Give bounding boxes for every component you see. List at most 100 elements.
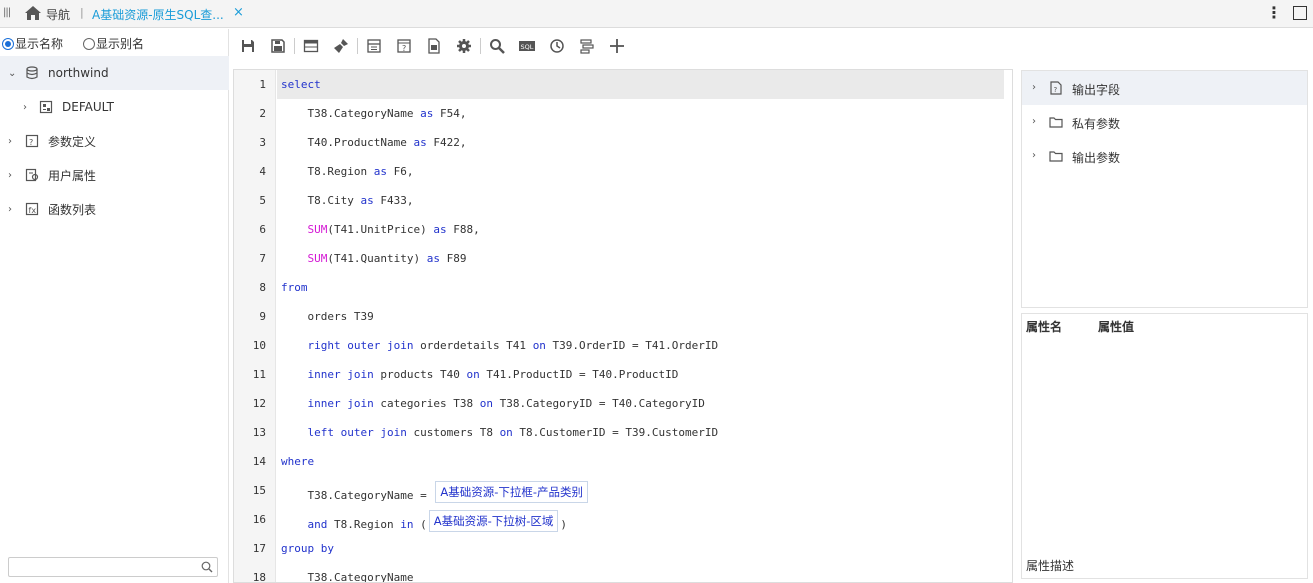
history-clock-icon <box>550 39 564 53</box>
tree-item-output-params[interactable]: › 输出参数 <box>1022 139 1307 173</box>
chevron-right-icon[interactable]: › <box>1032 82 1036 93</box>
code-line[interactable]: 6 SUM(T41.UnitPrice) as F88, <box>234 215 1012 244</box>
radio-unselected-icon[interactable] <box>83 37 96 50</box>
display-mode-radios: 显示名称 显示别名 <box>2 35 144 52</box>
code-line[interactable]: 2 T38.CategoryName as F54, <box>234 99 1012 128</box>
chevron-right-icon[interactable]: › <box>8 136 12 147</box>
add-button[interactable] <box>602 33 632 59</box>
layout-button[interactable] <box>359 33 389 59</box>
chevron-right-icon[interactable]: › <box>1032 150 1036 161</box>
chevron-right-icon[interactable]: › <box>8 204 12 215</box>
code-line[interactable]: 18 T38.CategoryName <box>234 563 1012 582</box>
format-button[interactable] <box>572 33 602 59</box>
chevron-down-icon[interactable]: ⌄ <box>8 68 16 79</box>
sql-text: T8.City <box>281 194 361 207</box>
code-line[interactable]: 9 orders T39 <box>234 302 1012 331</box>
chevron-right-icon[interactable]: › <box>23 102 27 113</box>
code-text: T8.City as F433, <box>281 194 413 207</box>
code-line[interactable]: 5 T8.City as F433, <box>234 186 1012 215</box>
sql-text: F6, <box>386 165 414 178</box>
sql-text: T41.ProductID = T40.ProductID <box>479 368 679 381</box>
code-line[interactable]: 16 and T8.Region in (A基础资源-下拉树-区域) <box>234 505 1012 534</box>
nav-tab[interactable]: 导航 <box>46 6 70 23</box>
tree-item-label: 函数列表 <box>48 202 97 217</box>
sql-keyword: as <box>426 252 440 265</box>
svg-text:?: ? <box>1054 86 1058 94</box>
clear-button[interactable] <box>326 33 356 59</box>
close-icon[interactable]: × <box>233 5 244 20</box>
settings-button[interactable] <box>449 33 479 59</box>
folder-icon <box>1049 117 1063 128</box>
prop-name-header: 属性名 <box>1026 320 1063 334</box>
code-line[interactable]: 17 group by <box>234 534 1012 563</box>
code-line[interactable]: 15 T38.CategoryName = A基础资源-下拉框-产品类别 <box>234 476 1012 505</box>
table-button[interactable] <box>296 33 326 59</box>
home-icon[interactable] <box>24 5 42 21</box>
search-icon[interactable] <box>201 561 213 573</box>
sql-text: F54, <box>433 107 467 120</box>
tree-item-function-list[interactable]: › fx 函数列表 <box>0 192 229 226</box>
radio-show-alias[interactable]: 显示别名 <box>83 35 144 52</box>
settings-gear-icon <box>457 39 471 53</box>
sql-icon: SQL <box>519 41 535 51</box>
sql-text: customers T8 <box>406 426 500 439</box>
svg-text:?: ? <box>402 44 406 53</box>
code-line[interactable]: 10 right outer join orderdetails T41 on … <box>234 331 1012 360</box>
sql-keyword: on <box>466 368 480 381</box>
chevron-right-icon[interactable]: › <box>1032 116 1036 127</box>
sql-button[interactable]: SQL <box>512 33 542 59</box>
code-line[interactable]: 13 left outer join customers T8 on T8.Cu… <box>234 418 1012 447</box>
param-token[interactable]: A基础资源-下拉框-产品类别 <box>435 481 588 503</box>
code-text: select <box>281 78 321 91</box>
tree-item-private-params[interactable]: › 私有参数 <box>1022 105 1307 139</box>
top-tab-bar: ||| 导航 | A基础资源-原生SQL查... × ⋮ <box>0 0 1313 28</box>
svg-text:fx: fx <box>29 206 37 215</box>
code-line[interactable]: 12 inner join categories T38 on T38.Cate… <box>234 389 1012 418</box>
search-button[interactable] <box>482 33 512 59</box>
history-button[interactable] <box>542 33 572 59</box>
param-token[interactable]: A基础资源-下拉树-区域 <box>428 510 559 532</box>
save-as-button[interactable] <box>263 33 293 59</box>
code-line[interactable]: 8 from <box>234 273 1012 302</box>
active-tab-sql-query[interactable]: A基础资源-原生SQL查... <box>92 6 224 23</box>
sql-keyword: on <box>499 426 513 439</box>
tree-item-default[interactable]: › DEFAULT <box>0 90 229 124</box>
table-icon <box>303 39 319 53</box>
chevron-right-icon[interactable]: › <box>8 170 12 181</box>
sql-code-editor[interactable]: 1 select 2 T38.CategoryName as F54, 3 T40.P… <box>233 69 1013 583</box>
save-button[interactable] <box>233 33 263 59</box>
active-line-highlight <box>277 70 1004 99</box>
export-button[interactable] <box>419 33 449 59</box>
tree-item-output-fields[interactable]: › ? 输出字段 <box>1022 71 1307 105</box>
tree-item-user-attr[interactable]: › 用户属性 <box>0 158 229 192</box>
code-line[interactable]: 1 select <box>234 70 1012 99</box>
code-line[interactable]: 4 T8.Region as F6, <box>234 157 1012 186</box>
sql-keyword: as <box>413 136 427 149</box>
code-text: group by <box>281 542 334 555</box>
help-doc-button[interactable]: ? <box>389 33 419 59</box>
tree-item-param-def[interactable]: › ? 参数定义 <box>0 124 229 158</box>
export-icon <box>428 38 440 54</box>
radio-show-name[interactable]: 显示名称 <box>2 35 63 52</box>
resource-search-input[interactable] <box>9 558 194 576</box>
maximize-icon[interactable] <box>1293 6 1307 20</box>
radio-selected-icon[interactable] <box>2 37 14 50</box>
sql-keyword: right outer join <box>307 339 414 352</box>
code-line[interactable]: 7 SUM(T41.Quantity) as F89 <box>234 244 1012 273</box>
toolbar-separator <box>357 38 358 54</box>
tree-item-northwind[interactable]: ⌄ northwind <box>0 56 229 90</box>
code-line[interactable]: 3 T40.ProductName as F422, <box>234 128 1012 157</box>
sql-keyword: on <box>479 397 493 410</box>
line-number: 6 <box>259 223 266 236</box>
code-text: T38.CategoryName as F54, <box>281 107 466 120</box>
more-vertical-icon[interactable]: ⋮ <box>1266 3 1282 22</box>
code-line[interactable]: 14 where <box>234 447 1012 476</box>
code-text: T38.CategoryName = A基础资源-下拉框-产品类别 <box>281 481 590 506</box>
radio-show-alias-label: 显示别名 <box>96 37 145 51</box>
drag-grip-icon[interactable]: ||| <box>3 7 11 18</box>
code-text: left outer join customers T8 on T8.Custo… <box>281 426 719 439</box>
code-text: right outer join orderdetails T41 on T39… <box>281 339 719 352</box>
code-line[interactable]: 11 inner join products T40 on T41.Produc… <box>234 360 1012 389</box>
